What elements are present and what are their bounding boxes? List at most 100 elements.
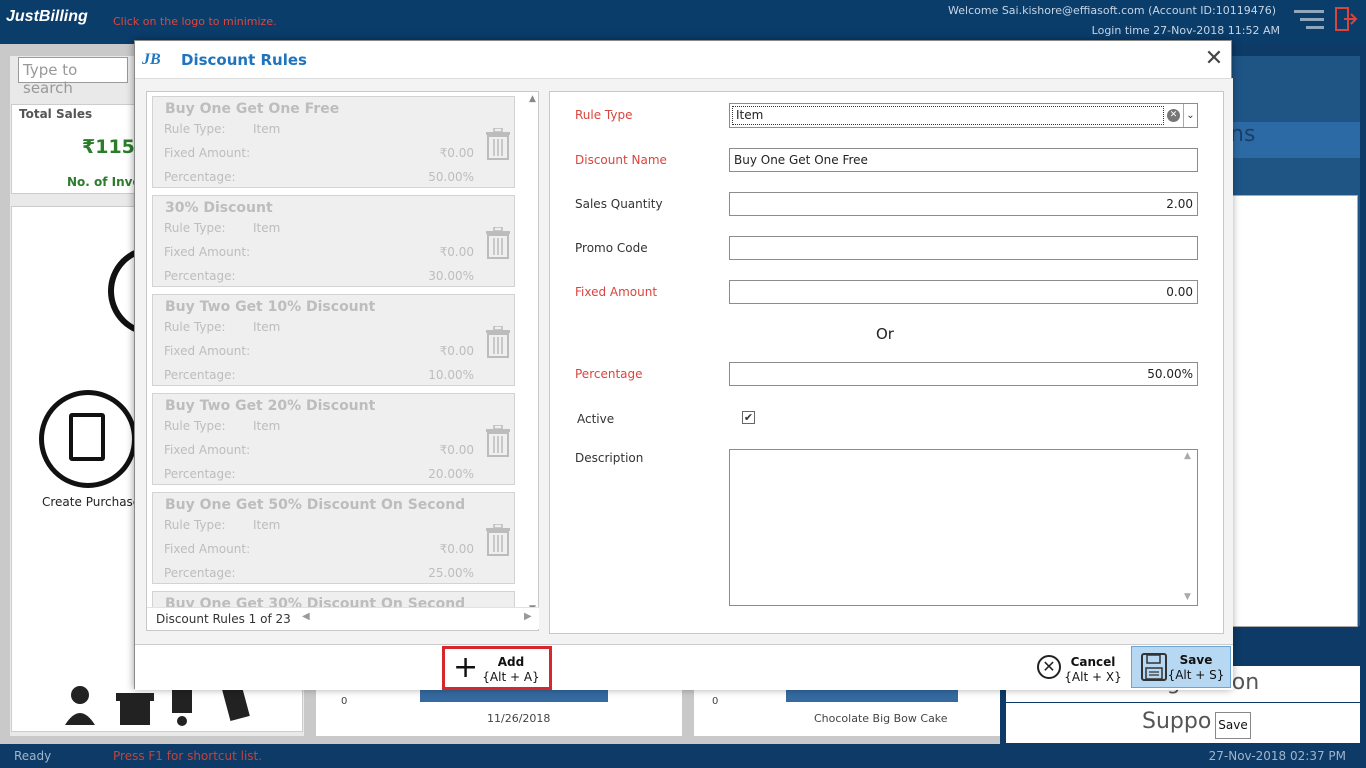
- close-icon[interactable]: ✕: [1203, 48, 1225, 71]
- dialog-title: Discount Rules: [181, 51, 307, 69]
- discount-rule-form: Rule Type Item ✕ ⌄ Discount Name Sales Q…: [549, 91, 1224, 634]
- sales-quantity-input[interactable]: [729, 192, 1198, 216]
- rule-type-select[interactable]: Item ✕ ⌄: [729, 103, 1198, 128]
- cancel-x-icon: ✕: [1037, 655, 1061, 679]
- sales-quantity-label: Sales Quantity: [575, 197, 663, 211]
- percentage-label: Percentage: [575, 367, 643, 381]
- chart-x-label: Chocolate Big Bow Cake: [814, 712, 948, 725]
- percentage-value: 10.00%: [428, 368, 474, 382]
- delivery-icon[interactable]: [172, 689, 192, 726]
- fixed-amount-value: ₹0.00: [439, 344, 474, 358]
- cancel-button[interactable]: ✕ Cancel {Alt + X}: [1035, 649, 1127, 689]
- rule-type-label: Rule Type:: [164, 221, 226, 235]
- or-separator: Or: [876, 325, 894, 343]
- trash-icon[interactable]: [485, 425, 511, 457]
- percentage-label: Percentage:: [164, 566, 236, 580]
- rule-type-selected-value[interactable]: Item: [732, 106, 1164, 125]
- rule-type-label: Rule Type:: [164, 320, 226, 334]
- save-button-text: Save {Alt + S}: [1164, 653, 1228, 683]
- payment-icon[interactable]: [222, 684, 250, 722]
- add-button-text: Add {Alt + A}: [481, 655, 541, 685]
- scroll-up-icon[interactable]: ▲: [1184, 451, 1220, 461]
- trash-icon[interactable]: [485, 128, 511, 160]
- chart-axis-label: 0: [712, 696, 719, 707]
- scroll-right-icon[interactable]: ▶: [524, 611, 532, 622]
- percentage-value: 20.00%: [428, 467, 474, 481]
- rule-card[interactable]: 30% Discount Rule Type: Item Fixed Amoun…: [152, 195, 515, 287]
- rule-type-label: Rule Type:: [164, 122, 226, 136]
- discount-name-label: Discount Name: [575, 153, 667, 167]
- rule-name: 30% Discount: [165, 200, 273, 216]
- rule-card[interactable]: Buy Two Get 10% Discount Rule Type: Item…: [152, 294, 515, 386]
- clear-icon[interactable]: ✕: [1167, 109, 1180, 122]
- chevron-down-icon[interactable]: ⌄: [1183, 104, 1197, 127]
- status-datetime: 27-Nov-2018 02:37 PM: [1208, 749, 1346, 763]
- rule-card[interactable]: Buy Two Get 20% Discount Rule Type: Item…: [152, 393, 515, 485]
- customer-icon[interactable]: [65, 686, 95, 725]
- trash-icon[interactable]: [485, 326, 511, 358]
- add-label: Add: [497, 655, 525, 669]
- discount-name-input[interactable]: [729, 148, 1198, 172]
- fixed-amount-value: ₹0.00: [439, 542, 474, 556]
- shortcut-hint: Press F1 for shortcut list.: [113, 749, 263, 763]
- trash-icon[interactable]: [485, 524, 511, 556]
- cancel-button-text: Cancel {Alt + X}: [1063, 655, 1123, 685]
- save-button[interactable]: Save {Alt + S}: [1131, 646, 1231, 688]
- rule-type-value: Item: [253, 221, 281, 235]
- fixed-amount-input[interactable]: [729, 280, 1198, 304]
- trash-icon[interactable]: [485, 227, 511, 259]
- active-checkbox[interactable]: ✔: [742, 411, 755, 424]
- dialog-header: JB Discount Rules ✕: [135, 41, 1233, 79]
- fixed-amount-label: Fixed Amount:: [164, 245, 251, 259]
- rule-card[interactable]: Buy One Get 50% Discount On Second Rule …: [152, 492, 515, 584]
- rules-list-viewport: Buy One Get One Free Rule Type: Item Fix…: [147, 92, 527, 622]
- rule-name: Buy Two Get 10% Discount: [165, 299, 376, 315]
- rule-type-value: Item: [253, 419, 281, 433]
- rule-type-label: Rule Type:: [164, 518, 226, 532]
- rule-type-label: Rule Type:: [164, 419, 226, 433]
- save-shortcut: {Alt + S}: [1167, 668, 1225, 682]
- scroll-up-icon[interactable]: ▲: [529, 94, 536, 104]
- fixed-amount-value: ₹0.00: [439, 245, 474, 259]
- fixed-amount-value: ₹0.00: [439, 443, 474, 457]
- discount-rules-list: Buy One Get One Free Rule Type: Item Fix…: [146, 91, 539, 631]
- rule-type-value: Item: [253, 320, 281, 334]
- fixed-amount-label: Fixed Amount:: [164, 146, 251, 160]
- app-logo[interactable]: JustBilling: [6, 8, 88, 26]
- chart-x-label: 11/26/2018: [487, 712, 551, 725]
- cancel-shortcut: {Alt + X}: [1064, 670, 1122, 684]
- dialog-body: Buy One Get One Free Rule Type: Item Fix…: [135, 79, 1233, 645]
- minimize-hint: Click on the logo to minimize.: [113, 15, 277, 28]
- percentage-value: 50.00%: [428, 170, 474, 184]
- rule-name: Buy One Get 50% Discount On Second: [165, 497, 466, 513]
- percentage-label: Percentage:: [164, 170, 236, 184]
- save-label: Save: [1179, 653, 1213, 667]
- scroll-left-icon[interactable]: ◀: [302, 611, 310, 622]
- rule-type-value: Item: [253, 122, 281, 136]
- fixed-amount-label: Fixed Amount:: [164, 542, 251, 556]
- rule-card[interactable]: Buy One Get One Free Rule Type: Item Fix…: [152, 96, 515, 188]
- fixed-amount-label: Fixed Amount: [575, 285, 658, 299]
- create-purchase-label: Create Purchase: [42, 495, 141, 509]
- search-input[interactable]: Type to search: [18, 57, 128, 97]
- percentage-input[interactable]: [729, 362, 1198, 386]
- description-textarea[interactable]: [729, 449, 1198, 606]
- login-time: Login time 27-Nov-2018 11:52 AM: [1091, 24, 1280, 37]
- promo-code-input[interactable]: [729, 236, 1198, 260]
- invoices-label: No. of Invo: [67, 175, 141, 189]
- list-vertical-scrollbar[interactable]: ▲ ▼: [529, 94, 539, 614]
- fixed-amount-label: Fixed Amount:: [164, 443, 251, 457]
- promo-code-label: Promo Code: [575, 241, 648, 255]
- add-shortcut: {Alt + A}: [482, 670, 540, 684]
- chart-axis-label: 0: [341, 696, 348, 707]
- hamburger-menu-icon[interactable]: [1294, 10, 1324, 30]
- discount-rules-dialog: JB Discount Rules ✕ Buy One Get One Free…: [134, 40, 1233, 690]
- add-button[interactable]: + Add {Alt + A}: [442, 646, 552, 690]
- gift-icon[interactable]: [116, 693, 154, 725]
- active-label: Active: [577, 412, 615, 426]
- support-menu-item[interactable]: Suppo: [1006, 703, 1360, 743]
- cancel-label: Cancel: [1070, 655, 1116, 669]
- logout-icon[interactable]: [1334, 6, 1358, 32]
- scroll-down-icon[interactable]: ▼: [1184, 592, 1220, 631]
- rule-type-value: Item: [253, 518, 281, 532]
